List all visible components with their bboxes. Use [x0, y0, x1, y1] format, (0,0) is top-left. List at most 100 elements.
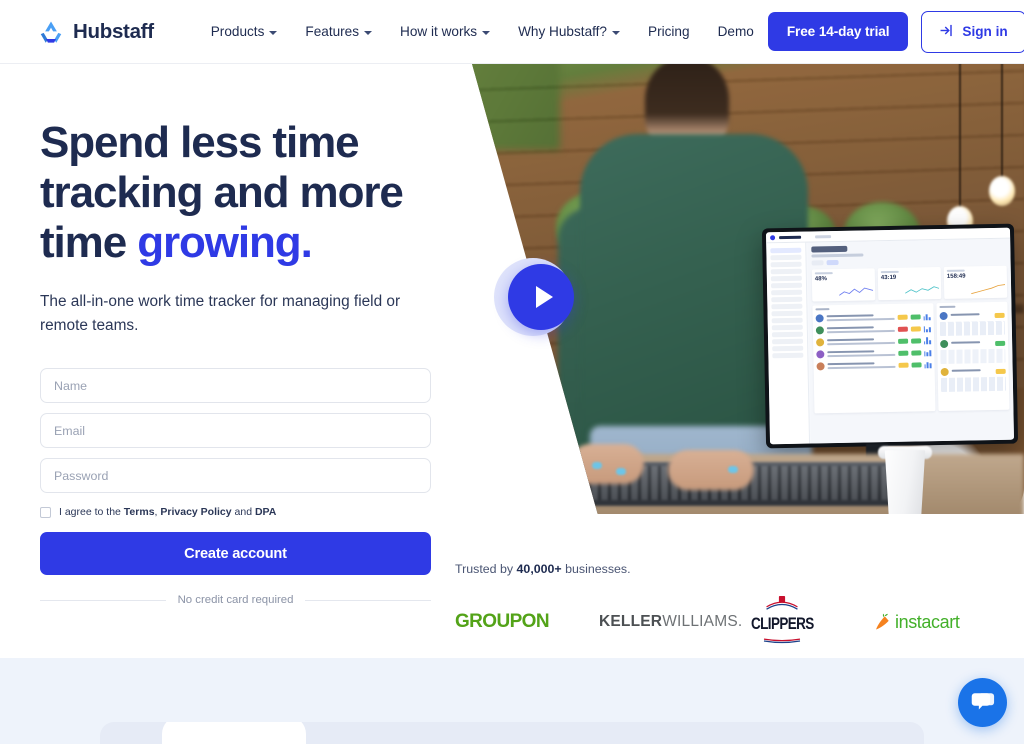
- hubstaff-dashboard-preview: 48% 43:19 158:49: [765, 227, 1015, 445]
- free-trial-button[interactable]: Free 14-day trial: [767, 12, 909, 51]
- play-video-control[interactable]: [494, 258, 574, 336]
- trusted-suffix: businesses.: [561, 562, 631, 576]
- keller-williams-wordmark: KELLERWILLIAMS.: [599, 613, 742, 631]
- sparkline-icon: [971, 284, 1006, 295]
- dashboard-main: 48% 43:19 158:49: [807, 238, 1015, 444]
- chevron-down-icon: [612, 30, 620, 35]
- terms-link[interactable]: Terms: [124, 506, 155, 518]
- nav-item-demo-label: Demo: [717, 24, 754, 39]
- terms-checkbox[interactable]: [40, 506, 51, 518]
- kw-bold-part: KELLER: [599, 613, 663, 630]
- kpi-card: 48%: [811, 268, 876, 302]
- signup-form: I agree to the Terms, Privacy Policy and…: [40, 368, 432, 606]
- terms-agreement-text: I agree to the Terms, Privacy Policy and…: [59, 506, 276, 518]
- agree-sep-2: and: [231, 506, 255, 518]
- chevron-down-icon: [269, 30, 278, 35]
- monitor-screen: 48% 43:19 158:49: [765, 227, 1015, 445]
- sign-in-label: Sign in: [962, 24, 1008, 39]
- kw-light-part: WILLIAMS.: [662, 613, 743, 630]
- nav-item-pricing-label: Pricing: [648, 24, 690, 39]
- sparkline-icon: [839, 287, 874, 296]
- clippers-crest-icon: [766, 596, 799, 610]
- terms-agreement-row: I agree to the Terms, Privacy Policy and…: [40, 506, 431, 518]
- hubstaff-triangle-logo-icon: [38, 19, 64, 45]
- kpi-value: 158:49: [946, 273, 966, 280]
- nav-item-how-it-works-label: How it works: [400, 24, 478, 39]
- clippers-underline-icon: [764, 638, 801, 644]
- chat-widget-button[interactable]: [958, 678, 1007, 727]
- hero-left-column: Spend less time tracking and more time g…: [40, 118, 432, 606]
- trusted-by-text: Trusted by 40,000+ businesses.: [455, 562, 1003, 576]
- nav-item-products[interactable]: Products: [197, 24, 292, 39]
- trusted-count: 40,000+: [516, 562, 562, 576]
- kpi-card: 43:19: [877, 267, 942, 301]
- brand-name: Hubstaff: [73, 19, 154, 43]
- brand-logo-link[interactable]: Hubstaff: [38, 19, 154, 45]
- coffee-cup: [884, 450, 926, 514]
- nav-item-why-hubstaff-label: Why Hubstaff?: [518, 24, 607, 39]
- sign-in-arrow-icon: [939, 23, 954, 41]
- fingernail: [728, 466, 738, 473]
- kpi-card: 158:49: [943, 265, 1008, 299]
- customer-logos: GROUPON KELLERWILLIAMS. CLIPPERS instaca…: [455, 595, 1003, 649]
- nav-item-features[interactable]: Features: [291, 24, 386, 39]
- no-credit-card-divider: No credit card required: [40, 594, 432, 606]
- play-triangle-icon: [535, 286, 553, 308]
- dpa-link[interactable]: DPA: [255, 506, 276, 518]
- nav-item-demo[interactable]: Demo: [704, 24, 768, 39]
- team-row: [816, 348, 931, 359]
- kpi-value: 48%: [814, 276, 827, 283]
- dashboard-title: [811, 245, 848, 253]
- create-account-button[interactable]: Create account: [40, 532, 431, 575]
- heading-line-1: Spend less time: [40, 118, 360, 167]
- activity-row: [939, 339, 1006, 349]
- nav-item-why-hubstaff[interactable]: Why Hubstaff?: [504, 24, 634, 39]
- name-input[interactable]: [40, 368, 431, 403]
- logo-la-clippers: CLIPPERS: [751, 595, 873, 649]
- nav-actions: Free 14-day trial Sign in: [767, 10, 1024, 53]
- nav-item-pricing[interactable]: Pricing: [634, 24, 704, 39]
- kpi-value: 43:19: [880, 274, 897, 282]
- no-credit-card-text: No credit card required: [177, 594, 294, 606]
- logo-instacart: instacart: [873, 612, 1003, 633]
- team-activity-panel: [812, 303, 935, 414]
- fingernail: [592, 462, 602, 469]
- divider-line-right: [305, 599, 432, 601]
- privacy-policy-link[interactable]: Privacy Policy: [160, 506, 231, 518]
- team-row: [816, 336, 931, 347]
- landing-page: Hubstaff Products Features How it works …: [0, 0, 1024, 744]
- heading-accent-word: growing.: [137, 218, 313, 267]
- dashboard-panels: [812, 301, 1010, 414]
- fingernail: [616, 468, 626, 475]
- dashboard-sidebar: [766, 242, 811, 445]
- team-row: [816, 360, 932, 371]
- dashboard-kpi-row: 48% 43:19 158:49: [811, 265, 1008, 302]
- recent-activity-panel: [935, 301, 1010, 412]
- nav-item-features-label: Features: [305, 24, 360, 39]
- bulb-wire: [959, 58, 961, 208]
- clippers-wordmark: CLIPPERS: [751, 614, 814, 633]
- trusted-by-section: Trusted by 40,000+ businesses. GROUPON K…: [455, 562, 1003, 649]
- password-input[interactable]: [40, 458, 431, 493]
- nav-links: Products Features How it works Why Hubst…: [197, 24, 768, 39]
- light-bulb-icon: [989, 176, 1015, 206]
- sign-in-button[interactable]: Sign in: [921, 10, 1024, 53]
- person-hand-left: [570, 444, 644, 484]
- hero-subheading: The all-in-one work time tracker for man…: [40, 293, 401, 334]
- chevron-down-icon: [364, 30, 373, 35]
- dashboard-tabs: [811, 257, 1007, 266]
- play-button[interactable]: [508, 264, 574, 330]
- feature-tab-bar: Time tracking Productivity analytics Rep…: [100, 722, 924, 744]
- logo-groupon: GROUPON: [455, 611, 599, 633]
- chat-bubbles-icon: [971, 692, 994, 710]
- heading-line-3: time: [40, 218, 138, 267]
- top-navigation-bar: Hubstaff Products Features How it works …: [0, 0, 1024, 64]
- chevron-down-icon: [482, 30, 491, 35]
- person-hand-right: [668, 450, 754, 490]
- nav-item-products-label: Products: [210, 24, 265, 39]
- activity-row: [940, 367, 1006, 377]
- nav-item-how-it-works[interactable]: How it works: [386, 24, 504, 39]
- sparkline-icon: [905, 286, 940, 294]
- dashboard-daterange: [811, 253, 864, 258]
- email-input[interactable]: [40, 413, 431, 448]
